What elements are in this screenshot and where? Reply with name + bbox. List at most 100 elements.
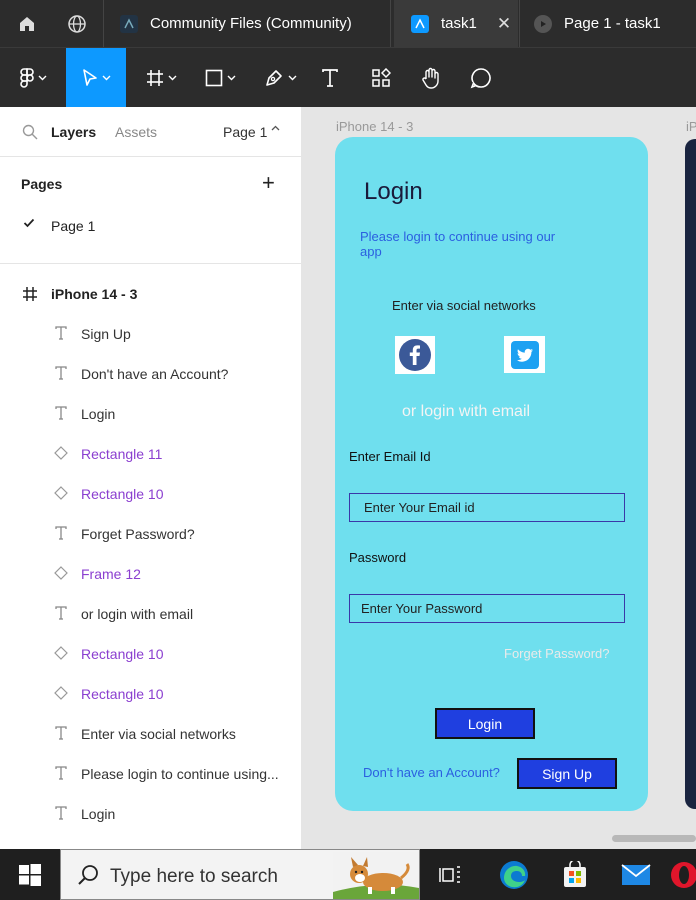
layer-row[interactable]: Forget Password? <box>0 517 301 551</box>
store-icon[interactable] <box>545 849 605 900</box>
phone-frame[interactable]: Login Please login to continue using our… <box>335 137 648 811</box>
move-tool-button[interactable] <box>66 48 126 108</box>
or-login-with-email: or login with email <box>402 403 531 420</box>
password-placeholder: Enter Your Password <box>361 601 483 616</box>
signup-button[interactable]: Sign Up <box>517 758 617 789</box>
next-frame[interactable] <box>685 139 696 809</box>
email-field[interactable]: Enter Your Email id <box>349 493 625 522</box>
layer-row[interactable]: Frame 12 <box>0 557 301 591</box>
instance-icon <box>53 645 69 661</box>
layer-row[interactable]: Login <box>0 397 301 431</box>
figma-file-icon <box>411 14 429 33</box>
twitter-icon[interactable] <box>504 336 545 373</box>
main-menu-button[interactable] <box>0 48 66 108</box>
layers-panel: Layers Assets Page 1 Pages + Page 1 iPho… <box>0 107 302 849</box>
task-view-icon[interactable] <box>420 849 480 900</box>
text-icon <box>53 325 69 341</box>
login-button[interactable]: Login <box>435 708 535 739</box>
facebook-icon[interactable] <box>395 336 435 374</box>
windows-start-icon[interactable] <box>0 849 60 900</box>
frame-layer-row[interactable]: iPhone 14 - 3 <box>0 279 301 309</box>
search-highlight-image[interactable] <box>333 852 419 899</box>
text-icon <box>53 365 69 381</box>
mail-icon[interactable] <box>606 849 666 900</box>
layer-row[interactable]: or login with email <box>0 597 301 631</box>
text-icon <box>53 605 69 621</box>
canvas[interactable]: iPhone 14 - 3 iP Login Please login to c… <box>302 107 696 849</box>
layer-name: or login with email <box>81 606 194 622</box>
chevron-down-icon <box>38 75 46 81</box>
title-bar: Community Files (Community) task1 ✕ Page… <box>0 0 696 47</box>
pen-icon <box>265 70 282 86</box>
pen-tool-button[interactable] <box>255 48 305 108</box>
frame-icon <box>146 70 163 86</box>
instance-icon <box>53 565 69 581</box>
forgot-password-link[interactable]: Forget Password? <box>504 646 610 661</box>
text-tool-button[interactable] <box>315 48 345 108</box>
divider <box>0 263 301 264</box>
cursor-icon <box>82 69 97 86</box>
layer-row[interactable]: Rectangle 10 <box>0 677 301 711</box>
shape-tool-button[interactable] <box>195 48 245 108</box>
frame-name: iPhone 14 - 3 <box>51 286 138 302</box>
comment-tool-button[interactable] <box>466 48 496 108</box>
layer-name: Frame 12 <box>81 566 141 582</box>
tab-label: task1 <box>441 15 477 32</box>
tab-assets[interactable]: Assets <box>115 124 157 140</box>
frame-tool-button[interactable] <box>136 48 186 108</box>
text-icon <box>53 805 69 821</box>
tab-community-files[interactable]: Community Files (Community) <box>104 0 389 47</box>
chevron-up-icon[interactable] <box>271 125 280 131</box>
tab-page1-task1[interactable]: Page 1 - task1 <box>520 0 696 47</box>
search-icon <box>78 865 98 885</box>
layer-name: Sign Up <box>81 326 131 342</box>
resources-button[interactable] <box>366 48 396 108</box>
instance-icon <box>53 445 69 461</box>
frame-label[interactable]: iPhone 14 - 3 <box>336 119 413 134</box>
layer-row[interactable]: Rectangle 10 <box>0 477 301 511</box>
resources-icon <box>372 68 391 87</box>
page-item[interactable]: Page 1 <box>0 210 301 240</box>
horizontal-scrollbar[interactable] <box>612 835 696 842</box>
add-page-icon[interactable]: + <box>262 172 275 194</box>
login-heading: Login <box>364 178 423 205</box>
chevron-down-icon <box>102 75 110 81</box>
chevron-down-icon <box>227 75 235 81</box>
layer-row[interactable]: Enter via social networks <box>0 717 301 751</box>
login-subtitle: Please login to continue using our app <box>360 229 556 259</box>
comment-icon <box>470 68 491 89</box>
frame-icon <box>23 287 37 301</box>
taskbar-search-input[interactable]: Type here to search <box>60 849 420 900</box>
frame-label-next[interactable]: iP <box>686 119 696 134</box>
home-icon[interactable] <box>2 0 52 47</box>
pages-header: Pages <box>21 176 63 192</box>
password-label: Password <box>349 550 407 565</box>
hand-tool-button[interactable] <box>416 48 446 108</box>
layer-name: Forget Password? <box>81 526 195 542</box>
tab-task1[interactable]: task1 ✕ <box>394 0 518 47</box>
layer-row[interactable]: Rectangle 10 <box>0 637 301 671</box>
close-icon[interactable]: ✕ <box>497 14 511 34</box>
opera-icon[interactable] <box>666 849 696 900</box>
page-selector[interactable]: Page 1 <box>223 124 267 140</box>
search-icon[interactable] <box>22 124 38 140</box>
layer-row[interactable]: Rectangle 11 <box>0 437 301 471</box>
layer-row[interactable]: Login <box>0 797 301 831</box>
chevron-down-icon <box>168 75 176 81</box>
instance-icon <box>53 485 69 501</box>
text-icon <box>53 765 69 781</box>
edge-browser-icon[interactable] <box>484 849 544 900</box>
social-networks-label: Enter via social networks <box>392 298 536 313</box>
globe-icon[interactable] <box>52 0 102 47</box>
tab-layers[interactable]: Layers <box>51 124 96 140</box>
layer-row[interactable]: Please login to continue using... <box>0 757 301 791</box>
text-icon <box>53 405 69 421</box>
layer-name: Rectangle 10 <box>81 646 164 662</box>
layer-row[interactable]: Sign Up <box>0 317 301 351</box>
signup-button-label: Sign Up <box>542 765 592 782</box>
tab-label: Community Files (Community) <box>150 15 352 32</box>
layer-name: Don't have an Account? <box>81 366 229 382</box>
layer-name: Enter via social networks <box>81 726 236 742</box>
password-field[interactable]: Enter Your Password <box>349 594 625 623</box>
layer-row[interactable]: Don't have an Account? <box>0 357 301 391</box>
